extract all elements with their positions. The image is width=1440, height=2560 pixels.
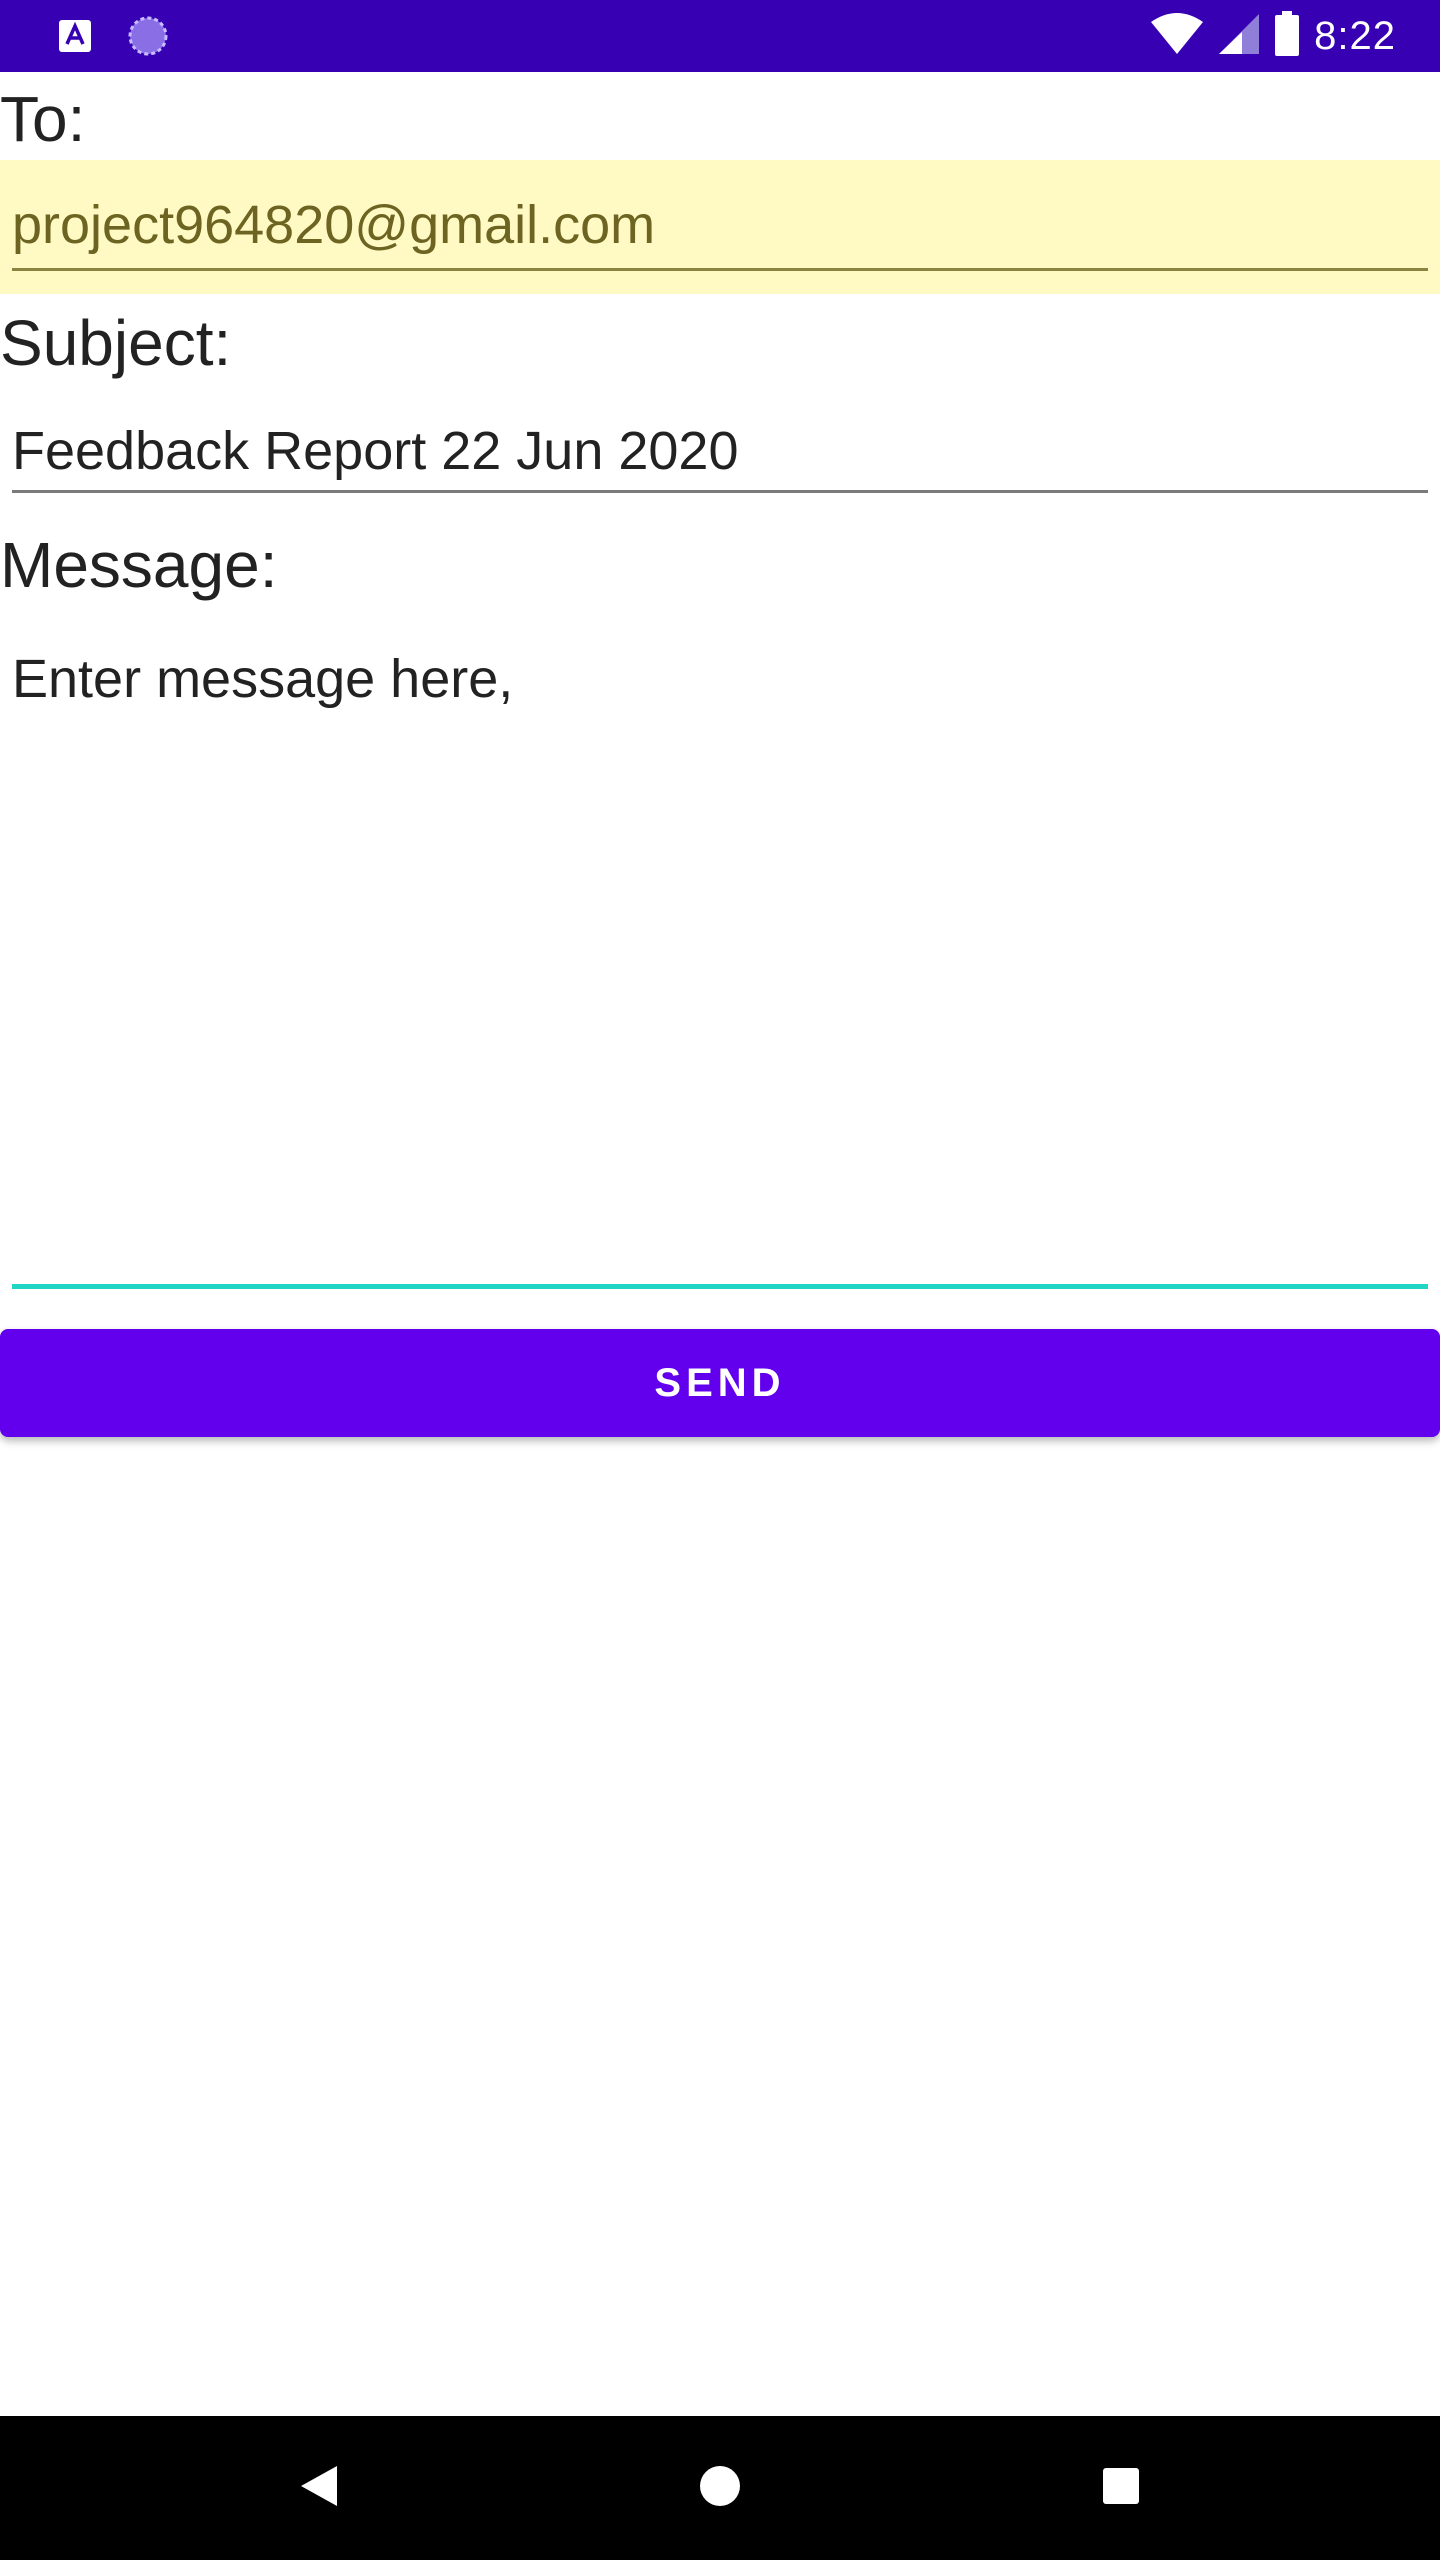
sync-icon [126, 14, 170, 58]
to-input-value[interactable]: project964820@gmail.com [12, 194, 655, 256]
back-icon [299, 2464, 339, 2513]
battery-icon [1274, 10, 1300, 62]
subject-input-underline [12, 490, 1428, 493]
wifi-icon [1150, 12, 1204, 61]
home-icon [698, 2464, 742, 2513]
to-input-underline [12, 268, 1428, 271]
message-label: Message: [0, 529, 278, 601]
message-input-underline [12, 1284, 1428, 1289]
email-compose-screen: 8:22 To: project964820@gmail.com Subject… [0, 0, 1440, 2560]
status-left-icons [56, 14, 170, 58]
message-input-placeholder[interactable]: Enter message here, [12, 648, 513, 710]
status-right-icons: 8:22 [1150, 10, 1396, 62]
recents-button[interactable] [1085, 2452, 1157, 2524]
cell-signal-icon [1218, 12, 1260, 61]
navigation-bar [0, 2416, 1440, 2560]
to-label: To: [0, 83, 86, 155]
subject-input-value[interactable]: Feedback Report 22 Jun 2020 [12, 420, 739, 482]
status-time: 8:22 [1314, 13, 1396, 58]
recents-icon [1101, 2466, 1141, 2511]
to-input[interactable]: project964820@gmail.com [0, 160, 1440, 294]
message-input[interactable]: Enter message here, [0, 622, 1440, 1292]
status-bar: 8:22 [0, 0, 1440, 72]
send-button[interactable]: SEND [0, 1329, 1440, 1437]
subject-input[interactable]: Feedback Report 22 Jun 2020 [0, 390, 1440, 500]
app-a-icon [56, 17, 94, 55]
home-button[interactable] [684, 2452, 756, 2524]
subject-label: Subject: [0, 307, 232, 379]
back-button[interactable] [283, 2452, 355, 2524]
